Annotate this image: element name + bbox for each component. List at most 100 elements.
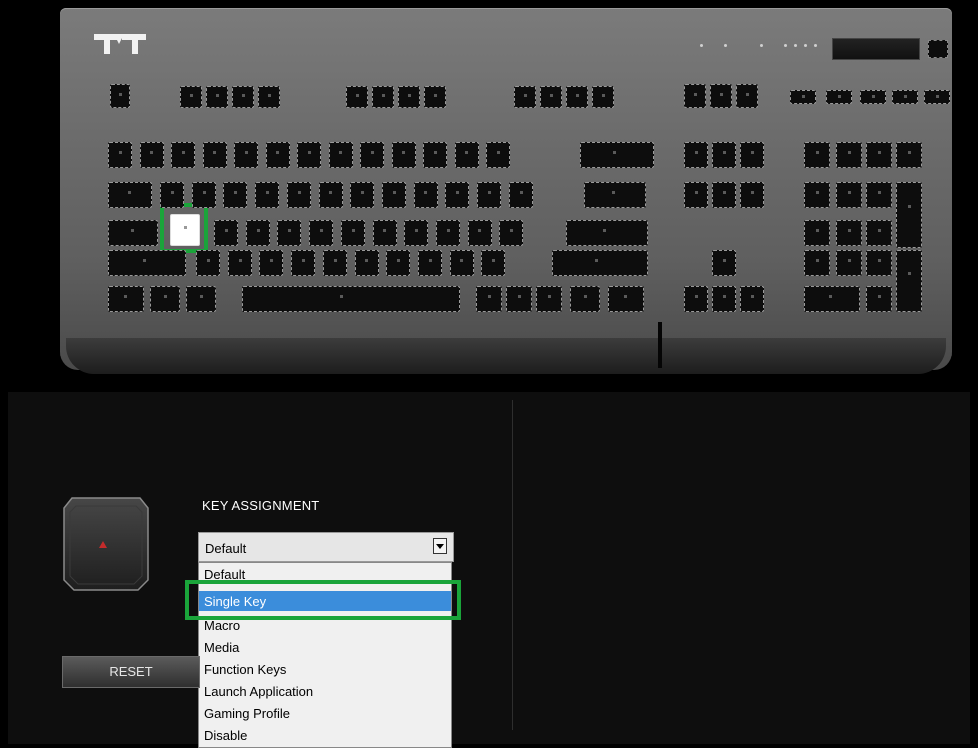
keyboard-key[interactable] xyxy=(258,86,280,108)
option-gaming-profile[interactable]: Gaming Profile xyxy=(199,703,451,723)
keyboard-key[interactable] xyxy=(108,220,158,246)
keyboard-key[interactable] xyxy=(191,182,216,208)
keyboard-key[interactable] xyxy=(110,84,130,108)
keyboard-key[interactable] xyxy=(740,182,764,208)
keyboard-key[interactable] xyxy=(232,86,254,108)
keyboard-key[interactable] xyxy=(804,286,860,312)
keyboard-key[interactable] xyxy=(740,142,764,168)
keyboard-key[interactable] xyxy=(712,142,736,168)
option-function-keys[interactable]: Function Keys xyxy=(199,659,451,679)
keyboard-key[interactable] xyxy=(924,90,950,104)
keyboard-key[interactable] xyxy=(354,250,379,276)
key-assignment-select[interactable]: Default xyxy=(198,532,454,562)
keyboard-key[interactable] xyxy=(214,220,238,246)
keyboard-key[interactable] xyxy=(108,286,144,312)
keyboard-key[interactable] xyxy=(242,286,460,312)
keyboard-key[interactable] xyxy=(206,86,228,108)
keyboard-key[interactable] xyxy=(580,142,654,168)
keyboard-key[interactable] xyxy=(804,142,830,168)
keyboard-key[interactable] xyxy=(476,286,502,312)
keyboard-key[interactable] xyxy=(836,220,862,246)
keyboard-key[interactable] xyxy=(404,220,429,246)
keyboard-key[interactable] xyxy=(804,250,830,276)
keyboard-key[interactable] xyxy=(592,86,614,108)
keyboard-key[interactable] xyxy=(566,86,588,108)
keyboard-key[interactable] xyxy=(445,182,470,208)
keyboard-key[interactable] xyxy=(584,182,646,208)
keyboard-key[interactable] xyxy=(896,142,922,168)
keyboard-key[interactable] xyxy=(804,182,830,208)
keyboard-key[interactable] xyxy=(804,220,830,246)
keyboard-key[interactable] xyxy=(506,286,532,312)
keyboard-key[interactable] xyxy=(227,250,252,276)
keyboard-key[interactable] xyxy=(712,286,736,312)
keyboard-key[interactable] xyxy=(180,86,202,108)
keyboard-key[interactable] xyxy=(896,250,922,312)
keyboard-key[interactable] xyxy=(892,90,918,104)
keyboard-key[interactable] xyxy=(684,182,708,208)
keyboard-key[interactable] xyxy=(860,90,886,104)
keyboard-key[interactable] xyxy=(423,142,447,168)
keyboard-key[interactable] xyxy=(866,220,892,246)
keyboard-key[interactable] xyxy=(372,220,397,246)
keyboard-key[interactable] xyxy=(372,86,394,108)
keyboard-key[interactable] xyxy=(255,182,280,208)
keyboard-key[interactable] xyxy=(424,86,446,108)
keyboard-key[interactable] xyxy=(866,286,892,312)
keyboard-key[interactable] xyxy=(381,182,406,208)
keyboard-key[interactable] xyxy=(417,250,442,276)
keyboard-key[interactable] xyxy=(712,182,736,208)
keyboard-key[interactable] xyxy=(291,250,316,276)
keyboard-key[interactable] xyxy=(552,250,648,276)
keyboard-key[interactable] xyxy=(508,182,533,208)
keyboard-key[interactable] xyxy=(277,220,302,246)
keyboard-key[interactable] xyxy=(836,142,862,168)
keyboard-key[interactable] xyxy=(108,142,132,168)
keyboard-key[interactable] xyxy=(736,84,758,108)
keyboard-key[interactable] xyxy=(360,142,384,168)
keyboard-key[interactable] xyxy=(710,84,732,108)
keyboard-key[interactable] xyxy=(449,250,474,276)
keyboard-key[interactable] xyxy=(108,182,152,208)
keyboard-key[interactable] xyxy=(186,286,216,312)
keyboard-key[interactable] xyxy=(467,220,492,246)
keyboard-key[interactable] xyxy=(866,182,892,208)
keyboard-key[interactable] xyxy=(684,286,708,312)
keyboard-key[interactable] xyxy=(328,142,353,168)
keyboard-key[interactable] xyxy=(346,86,368,108)
keyboard-key[interactable] xyxy=(322,250,347,276)
keyboard-panel-button[interactable] xyxy=(928,40,948,58)
keyboard-key[interactable] xyxy=(139,142,164,168)
chevron-down-icon[interactable] xyxy=(433,538,447,554)
keyboard-key[interactable] xyxy=(202,142,227,168)
keyboard-key[interactable] xyxy=(608,286,644,312)
keyboard-key[interactable] xyxy=(896,182,922,248)
keyboard-key[interactable] xyxy=(160,182,184,208)
keyboard-key[interactable] xyxy=(477,182,501,208)
keyboard-key[interactable] xyxy=(150,286,180,312)
keyboard-key[interactable] xyxy=(171,142,195,168)
keyboard-key[interactable] xyxy=(790,90,816,104)
keyboard-key[interactable] xyxy=(514,86,536,108)
keyboard-key[interactable] xyxy=(712,250,736,276)
reset-button[interactable]: RESET xyxy=(62,656,200,688)
keyboard-key[interactable] xyxy=(435,220,460,246)
keyboard-key[interactable] xyxy=(196,250,220,276)
option-media[interactable]: Media xyxy=(199,637,451,657)
keyboard-key[interactable] xyxy=(836,182,862,208)
keyboard-key[interactable] xyxy=(108,250,186,276)
keyboard-key[interactable] xyxy=(454,142,479,168)
keyboard-key[interactable] xyxy=(245,220,270,246)
keyboard-key[interactable] xyxy=(536,286,562,312)
option-disable[interactable]: Disable xyxy=(199,725,451,745)
keyboard-key[interactable] xyxy=(570,286,600,312)
keyboard-key-selected[interactable] xyxy=(170,214,200,246)
keyboard-key[interactable] xyxy=(540,86,562,108)
keyboard-key[interactable] xyxy=(481,250,506,276)
option-launch-application[interactable]: Launch Application xyxy=(199,681,451,701)
keyboard-key[interactable] xyxy=(297,142,321,168)
keyboard-key[interactable] xyxy=(499,220,524,246)
keyboard-key[interactable] xyxy=(265,142,290,168)
keyboard-key[interactable] xyxy=(684,84,706,108)
keyboard-key[interactable] xyxy=(413,182,438,208)
